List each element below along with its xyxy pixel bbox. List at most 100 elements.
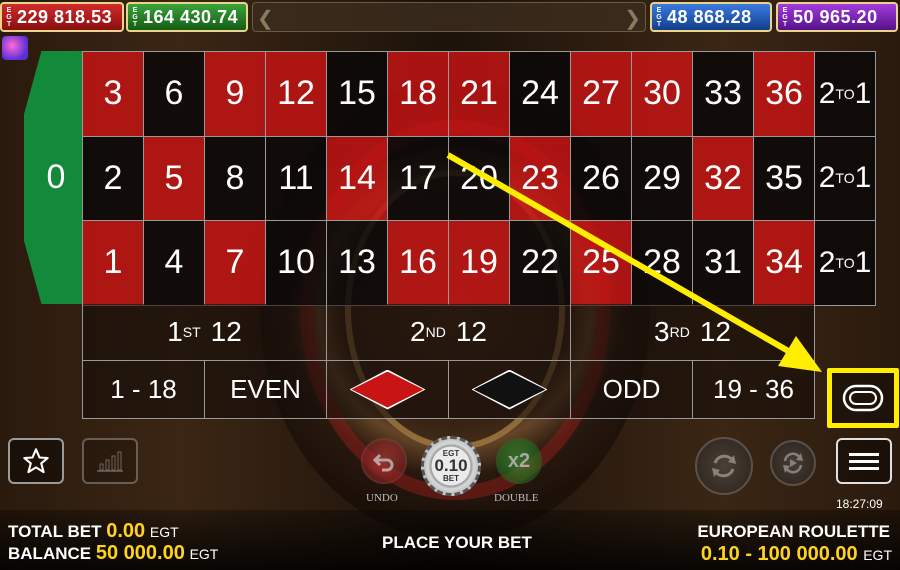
balance-currency: EGT: [189, 546, 219, 562]
bet-column-3[interactable]: 2 TO 1: [815, 221, 876, 306]
black-diamond-icon: [471, 369, 548, 410]
menu-button[interactable]: [836, 438, 892, 484]
bet-number-12[interactable]: 12: [266, 52, 327, 137]
bet-number-8[interactable]: 8: [205, 136, 266, 221]
jackpot-provider: EGT: [782, 6, 788, 28]
bet-number-18[interactable]: 18: [388, 52, 449, 137]
bet-number-label: 36: [765, 74, 803, 113]
bet-number-24[interactable]: 24: [510, 52, 571, 137]
bet-number-11[interactable]: 11: [266, 136, 327, 221]
bet-number-9[interactable]: 9: [205, 52, 266, 137]
bet-zero[interactable]: 0: [24, 51, 82, 304]
bet-odd-label: ODD: [602, 374, 661, 404]
bet-odd[interactable]: ODD: [571, 361, 693, 419]
bet-number-17[interactable]: 17: [388, 136, 449, 221]
undo-label: UNDO: [366, 492, 398, 504]
bet-black[interactable]: [449, 361, 571, 419]
jackpot-red: EGT 229 818.53: [0, 2, 124, 32]
bet-number-25[interactable]: 25: [571, 221, 632, 306]
bet-number-32[interactable]: 32: [693, 136, 754, 221]
bet-low[interactable]: 1 - 18: [83, 361, 205, 419]
total-bet-currency: EGT: [149, 524, 179, 540]
bet-number-4[interactable]: 4: [144, 221, 205, 306]
jackpot-blue: EGT 48 868.28: [650, 2, 772, 32]
bet-number-label: 7: [225, 243, 245, 282]
bet-number-label: 28: [643, 243, 681, 282]
bet-number-6[interactable]: 6: [144, 52, 205, 137]
bet-number-35[interactable]: 35: [754, 136, 815, 221]
casino-logo: [2, 36, 28, 60]
jackpot-value: 50 965.20: [793, 6, 878, 27]
bet-red[interactable]: [327, 361, 449, 419]
bet-column-1[interactable]: 2 TO 1: [815, 52, 876, 137]
bet-number-14[interactable]: 14: [327, 136, 388, 221]
bet-number-28[interactable]: 28: [632, 221, 693, 306]
bet-number-label: 15: [338, 74, 376, 113]
bet-number-3[interactable]: 3: [83, 52, 144, 137]
jackpot-value: 48 868.28: [667, 6, 752, 27]
bet-number-label: 16: [399, 243, 437, 282]
bet-number-label: 2: [103, 158, 123, 197]
bet-number-29[interactable]: 29: [632, 136, 693, 221]
bet-number-33[interactable]: 33: [693, 52, 754, 137]
bet-number-21[interactable]: 21: [449, 52, 510, 137]
bet-limits-currency: EGT: [863, 547, 892, 563]
bet-number-26[interactable]: 26: [571, 136, 632, 221]
bet-number-30[interactable]: 30: [632, 52, 693, 137]
bet-number-label: 30: [643, 74, 681, 113]
bet-number-31[interactable]: 31: [693, 221, 754, 306]
undo-button[interactable]: [361, 438, 407, 484]
jackpot-bar: EGT 229 818.53 EGT 164 430.74 ❮ ❯ EGT 48…: [0, 0, 900, 34]
favorites-button[interactable]: [8, 438, 64, 484]
dozen-ordinal: 3: [654, 316, 670, 347]
dozen-ordinal-suffix: ST: [182, 324, 201, 340]
racetrack-icon: [842, 384, 884, 412]
dozen-ordinal-suffix: RD: [669, 324, 690, 340]
dozen-ordinal-suffix: ND: [425, 324, 446, 340]
game-status: PLACE YOUR BET: [382, 533, 532, 552]
bet-number-22[interactable]: 22: [510, 221, 571, 306]
bet-dozen-3[interactable]: 3 RD 12: [571, 304, 815, 361]
bet-number-36[interactable]: 36: [754, 52, 815, 137]
bet-number-34[interactable]: 34: [754, 221, 815, 306]
bet-number-10[interactable]: 10: [266, 221, 327, 306]
bet-even[interactable]: EVEN: [205, 361, 327, 419]
bet-number-27[interactable]: 27: [571, 52, 632, 137]
bet-number-23[interactable]: 23: [510, 136, 571, 221]
rebet-button[interactable]: [695, 437, 753, 495]
outside-bets: 1 - 18 EVEN ODD 19 - 36: [82, 361, 815, 419]
red-diamond-icon: [349, 369, 426, 410]
bet-number-20[interactable]: 20: [449, 136, 510, 221]
bet-number-16[interactable]: 16: [388, 221, 449, 306]
double-button[interactable]: x2: [496, 438, 542, 484]
total-bet-row: TOTAL BET 0.00 EGT: [8, 520, 179, 543]
bet-limits: 0.10 - 100 000.00 EGT: [701, 543, 892, 566]
bet-number-5[interactable]: 5: [144, 136, 205, 221]
bet-number-label: 17: [399, 158, 437, 197]
bet-dozen-2[interactable]: 2 ND 12: [327, 304, 571, 361]
bet-number-15[interactable]: 15: [327, 52, 388, 137]
bet-number-7[interactable]: 7: [205, 221, 266, 306]
bet-column-2[interactable]: 2 TO 1: [815, 136, 876, 221]
bet-dozen-1[interactable]: 1 ST 12: [83, 304, 327, 361]
bet-low-label: 1 - 18: [110, 374, 177, 404]
bet-number-19[interactable]: 19: [449, 221, 510, 306]
bet-high[interactable]: 19 - 36: [693, 361, 815, 419]
bet-number-13[interactable]: 13: [327, 221, 388, 306]
number-grid: 3 6 9 12 15 18 21 24 27 30 33 36 2 TO 1 2 5 8 11 14 17 20 23 26…: [82, 51, 876, 306]
chip-selector[interactable]: EGT 0.10 BET: [421, 436, 481, 496]
column-bet-to: TO: [835, 254, 855, 271]
racetrack-button[interactable]: [827, 368, 899, 428]
jackpot-value: 164 430.74: [143, 6, 239, 27]
double-label: DOUBLE: [494, 492, 539, 504]
balance-label: BALANCE: [8, 544, 92, 563]
statistics-button[interactable]: [82, 438, 138, 484]
bet-number-1[interactable]: 1: [83, 221, 144, 306]
bet-number-label: 34: [765, 243, 803, 282]
bet-number-label: 33: [704, 74, 742, 113]
bet-number-label: 9: [225, 74, 245, 113]
chevron-left-icon: ❮: [257, 8, 274, 30]
autoplay-button[interactable]: [770, 440, 816, 486]
bar-chart-icon: [97, 451, 123, 472]
bet-number-2[interactable]: 2: [83, 136, 144, 221]
